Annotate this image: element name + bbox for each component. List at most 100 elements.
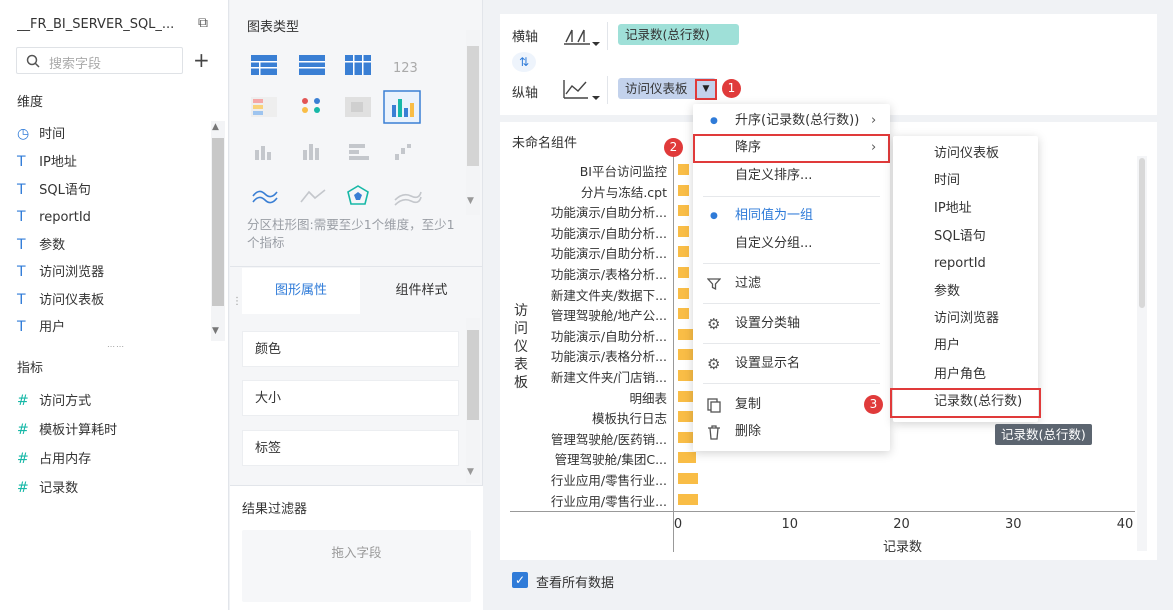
- waterfall-icon: [395, 144, 411, 160]
- menu-copy[interactable]: 复制: [693, 392, 890, 418]
- chart-type-grid: 123: [251, 55, 422, 206]
- scroll-thumb[interactable]: [1139, 158, 1145, 308]
- measure-item-memory[interactable]: # 占用内存: [17, 446, 207, 473]
- show-all-data-checkbox[interactable]: ✓: [512, 572, 528, 588]
- table-chart-icon: [251, 55, 277, 75]
- swap-axes-icon[interactable]: ⇅: [512, 52, 536, 72]
- menu-custom-group[interactable]: 自定义分组...: [693, 231, 890, 257]
- number-type-icon: #: [17, 451, 29, 467]
- add-field-icon[interactable]: +: [193, 48, 210, 72]
- area-chart-icon: [252, 190, 278, 204]
- number-type-icon: #: [17, 422, 29, 438]
- x-axis-type-icon[interactable]: [562, 24, 602, 48]
- menu-set-category-axis[interactable]: ⚙ 设置分类轴: [693, 311, 890, 337]
- submenu-item-browser[interactable]: 访问浏览器: [934, 306, 999, 332]
- axis-config: 横轴 记录数(总行数) ⇅ 纵轴 访问仪表板: [500, 14, 1157, 115]
- submenu-item-ip[interactable]: IP地址: [934, 196, 972, 222]
- search-placeholder: 搜索字段: [49, 57, 102, 72]
- submenu-item-user[interactable]: 用户: [934, 333, 960, 359]
- filter-drop-zone[interactable]: 拖入字段: [242, 530, 471, 602]
- menu-custom-sort[interactable]: 自定义排序...: [693, 163, 890, 189]
- scroll-down-icon[interactable]: ▼: [467, 467, 474, 477]
- cross-table-icon: [345, 55, 371, 75]
- dataset-name[interactable]: __FR_BI_SERVER_SQL_...: [17, 17, 192, 32]
- field-search-input[interactable]: 搜索字段: [16, 47, 183, 74]
- chart-type-scrollbar[interactable]: ▼: [466, 30, 480, 215]
- submenu-item-param[interactable]: 参数: [934, 279, 960, 305]
- text-type-icon: T: [17, 182, 26, 198]
- tab-graph-properties[interactable]: 图形属性: [242, 268, 360, 314]
- field-dropdown-arrow-icon[interactable]: ▼: [699, 83, 713, 96]
- x-tick-label: 30: [1004, 517, 1022, 532]
- menu-sort-asc[interactable]: ● 升序(记录数(总行数)) ›: [693, 108, 890, 134]
- dimension-header: 维度: [17, 95, 44, 110]
- dimension-item-param[interactable]: T 参数: [17, 232, 207, 259]
- selected-dot-icon: ●: [710, 116, 718, 126]
- properties-scrollbar[interactable]: ▼: [466, 318, 480, 483]
- show-all-data-label: 查看所有数据: [536, 576, 615, 591]
- text-type-icon: T: [17, 319, 26, 335]
- prop-label[interactable]: 标签: [242, 430, 459, 466]
- menu-set-display-name[interactable]: ⚙ 设置显示名: [693, 351, 890, 377]
- highlight-record-count: [890, 388, 1041, 418]
- prop-size[interactable]: 大小: [242, 380, 459, 416]
- menu-filter[interactable]: 过滤: [693, 271, 890, 297]
- scroll-thumb[interactable]: [467, 46, 479, 166]
- x-axis-field-pill[interactable]: 记录数(总行数): [618, 24, 739, 45]
- dimension-item-sql[interactable]: T SQL语句: [17, 177, 207, 204]
- x-axis-label: 横轴: [512, 30, 539, 45]
- filter-icon: [707, 278, 721, 291]
- dimension-item-browser[interactable]: T 访问浏览器: [17, 259, 207, 286]
- chevron-right-icon: ›: [871, 113, 877, 128]
- chart-scrollbar[interactable]: [1137, 156, 1147, 551]
- dimension-item-reportid[interactable]: T reportId: [17, 204, 207, 231]
- scroll-down-icon[interactable]: ▼: [212, 326, 219, 336]
- dot-table-icon: [302, 98, 320, 113]
- dimension-item-ip[interactable]: T IP地址: [17, 149, 207, 176]
- menu-delete[interactable]: 删除: [693, 419, 890, 445]
- submenu-item-dashboard[interactable]: 访问仪表板: [934, 141, 999, 167]
- group-table-icon: [299, 55, 325, 75]
- measure-item-record-count[interactable]: # 记录数: [17, 475, 207, 502]
- step-badge-2: 2: [664, 138, 683, 157]
- text-type-icon: T: [17, 209, 26, 225]
- scroll-thumb[interactable]: [467, 330, 479, 420]
- heat-map-icon: [345, 97, 371, 117]
- result-filter-section: 结果过滤器 拖入字段: [230, 485, 483, 610]
- prop-color[interactable]: 颜色: [242, 331, 459, 367]
- submenu-item-sql[interactable]: SQL语句: [934, 224, 986, 250]
- highlight-sort-desc: [693, 134, 890, 163]
- dimension-item-dashboard[interactable]: T 访问仪表板: [17, 287, 207, 314]
- tab-component-style[interactable]: 组件样式: [360, 268, 483, 314]
- field-panel: __FR_BI_SERVER_SQL_... ⧉ 搜索字段 + 维度 ◷ 时间 …: [0, 0, 229, 610]
- selected-dot-icon: ●: [710, 211, 718, 221]
- submenu-item-reportid[interactable]: reportId: [934, 251, 986, 277]
- measure-item-calc-time[interactable]: # 模板计算耗时: [17, 417, 207, 444]
- step-badge-3: 3: [864, 395, 883, 414]
- scroll-up-icon[interactable]: ▲: [212, 122, 219, 132]
- submenu-item-user-role[interactable]: 用户角色: [934, 362, 986, 388]
- stacked-area-icon: [394, 191, 422, 206]
- text-type-icon: T: [17, 292, 26, 308]
- scroll-down-icon[interactable]: ▼: [467, 196, 474, 206]
- radar-chart-icon: [347, 185, 369, 205]
- y-axis-label: 纵轴: [512, 86, 539, 101]
- record-count-tooltip: 记录数(总行数): [995, 424, 1092, 445]
- switch-dataset-icon[interactable]: ⧉: [194, 15, 212, 33]
- chart-type-title: 图表类型: [247, 20, 300, 35]
- scroll-thumb[interactable]: [212, 138, 224, 306]
- x-tick-label: 20: [893, 517, 910, 532]
- step-badge-1: 1: [722, 79, 741, 98]
- search-icon: [26, 54, 40, 68]
- drag-handle-icon[interactable]: ⋮: [232, 296, 242, 307]
- splitter-handle-icon[interactable]: ⋯⋯: [107, 342, 125, 351]
- submenu-item-time[interactable]: 时间: [934, 168, 960, 194]
- measure-item-access-mode[interactable]: # 访问方式: [17, 388, 207, 415]
- number-type-icon: #: [17, 393, 29, 409]
- stack-bar-icon: [303, 144, 319, 160]
- dimension-scrollbar[interactable]: ▲ ▼: [211, 121, 225, 341]
- dimension-item-user[interactable]: T 用户: [17, 314, 207, 341]
- y-axis-type-icon[interactable]: [562, 78, 602, 102]
- menu-same-value-group[interactable]: ● 相同值为一组: [693, 203, 890, 229]
- dimension-item-time[interactable]: ◷ 时间: [17, 121, 207, 148]
